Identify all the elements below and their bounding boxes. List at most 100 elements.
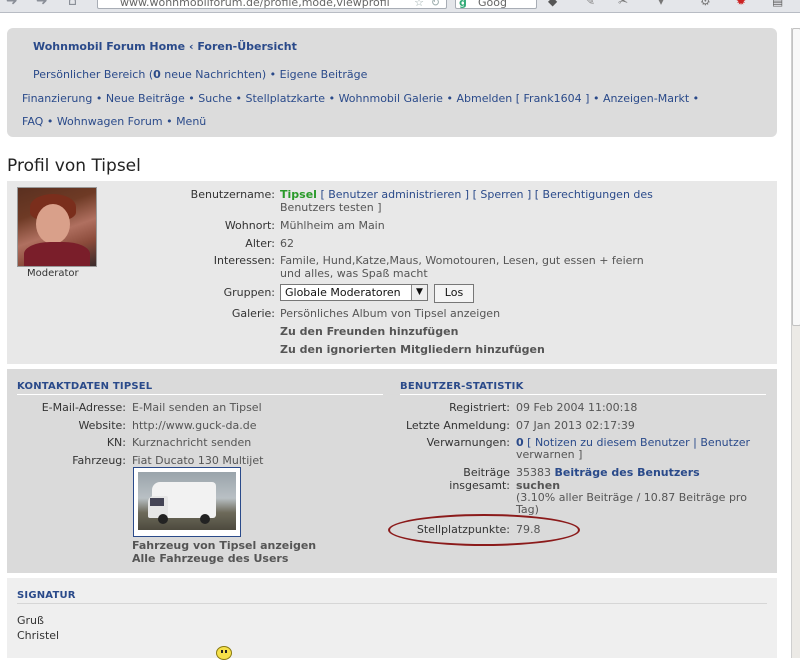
vehicle-photo: [138, 472, 236, 530]
address-bar[interactable]: www.wohnmobilforum.de/profile,mode,viewp…: [97, 0, 447, 9]
link-separator: •: [95, 92, 103, 105]
back-arrow-icon[interactable]: ➜: [6, 0, 18, 9]
posts-label-continued: insgesamt:: [449, 479, 510, 492]
link-separator: •: [46, 115, 54, 128]
posts-ratio-continued: Tag): [516, 503, 539, 516]
age-value: 62: [280, 237, 294, 250]
add-friend-link[interactable]: Zu den Freunden hinzufügen: [280, 325, 458, 338]
own-posts-link[interactable]: Eigene Beiträge: [280, 68, 368, 81]
website-link[interactable]: http://www.guck-da.de: [132, 419, 257, 432]
email-link[interactable]: E-Mail senden an Tipsel: [132, 401, 262, 414]
vehicle-thumbnail[interactable]: [133, 467, 241, 537]
addon-icon[interactable]: ✂: [618, 0, 632, 8]
breadcrumb-separator: ‹: [188, 40, 194, 53]
van-window: [150, 498, 164, 506]
signature-line-1: Gruß: [17, 614, 44, 627]
personal-area-label: Persönlicher Bereich (: [33, 68, 154, 81]
interests-value: Famile, Hund,Katze,Maus, Womotouren, Les…: [280, 254, 644, 267]
link-separator: •: [188, 92, 195, 105]
nav-link-financing[interactable]: Finanzierung: [22, 92, 92, 105]
gallery-label: Galerie:: [231, 307, 275, 320]
link-separator: •: [592, 92, 600, 105]
browser-toolbar: ➜ ➜ ⌂ www.wohnmobilforum.de/profile,mode…: [0, 0, 800, 13]
tools-icon[interactable]: ⚙: [700, 0, 714, 8]
link-separator: •: [692, 92, 700, 105]
scrollbar-thumb[interactable]: [792, 28, 800, 326]
link-separator: •: [166, 115, 173, 128]
search-box[interactable]: g Goog: [455, 0, 537, 9]
bookmark-star-icon[interactable]: ☆: [414, 0, 424, 10]
url-text: www.wohnmobilforum.de/profile,mode,viewp…: [120, 0, 390, 9]
extension-icon[interactable]: ✎: [585, 0, 599, 8]
search-text: Goog: [478, 0, 507, 9]
contact-divider: [17, 394, 383, 395]
nav-links-row-1: Finanzierung • Neue Beiträge • Suche • S…: [22, 92, 699, 105]
vehicle-label: Fahrzeug:: [72, 454, 126, 467]
add-ignored-link[interactable]: Zu den ignorierten Mitgliedern hinzufüge…: [280, 343, 545, 356]
breadcrumb: Wohnmobil Forum Home ‹ Foren-Übersicht: [33, 40, 297, 53]
nav-link-menu[interactable]: Menü: [176, 115, 206, 128]
username-row: Tipsel [ Benutzer administrieren ] [ Spe…: [280, 188, 653, 201]
personal-area-link[interactable]: Persönlicher Bereich (0 neue Nachrichten…: [33, 68, 266, 81]
nav-links-row-2: FAQ • Wohnwagen Forum • Menü: [22, 115, 206, 128]
new-messages-count: 0: [153, 68, 161, 81]
page-title: Profil von Tipsel: [7, 156, 141, 176]
gallery-link[interactable]: Persönliches Album von Tipsel anzeigen: [280, 307, 500, 320]
stats-divider: [400, 394, 766, 395]
signature-line-2: Christel: [17, 629, 60, 642]
nav-link-faq[interactable]: FAQ: [22, 115, 43, 128]
home-link[interactable]: Wohnmobil Forum Home: [33, 40, 185, 53]
nav-link-new-posts[interactable]: Neue Beiträge: [106, 92, 185, 105]
link-separator: •: [446, 92, 453, 105]
link-separator: •: [328, 92, 336, 105]
download-icon[interactable]: ◆: [548, 0, 562, 8]
signature-heading: SIGNATUR: [17, 590, 76, 601]
location-value: Mühlheim am Main: [280, 219, 385, 232]
vehicle-link[interactable]: Fiat Ducato 130 Multijet: [132, 454, 263, 467]
nav-link-pitch-map[interactable]: Stellplatzkarte: [246, 92, 326, 105]
nav-link-classifieds[interactable]: Anzeigen-Markt: [603, 92, 689, 105]
pm-link[interactable]: Kurznachricht senden: [132, 436, 251, 449]
home-icon[interactable]: ⌂: [68, 0, 77, 9]
posts-row: 35383 Beiträge des Benutzers: [516, 466, 700, 479]
google-icon: g: [459, 0, 467, 9]
warnings-label: Verwarnungen:: [426, 436, 510, 449]
last-login-label: Letzte Anmeldung:: [405, 419, 510, 432]
profile-panel: Moderator Benutzername: Tipsel [ Benutze…: [7, 181, 777, 364]
link-separator: •: [269, 68, 277, 81]
nav-link-search[interactable]: Suche: [198, 92, 232, 105]
stats-heading: BENUTZER-STATISTIK: [400, 381, 524, 392]
nav-link-gallery[interactable]: Wohnmobil Galerie: [339, 92, 443, 105]
go-button[interactable]: Los: [434, 284, 474, 303]
alert-icon[interactable]: ✹: [736, 0, 750, 8]
admin-links-continued[interactable]: Benutzers testen ]: [280, 201, 382, 214]
posts-search-link[interactable]: Beiträge des Benutzers: [555, 466, 700, 479]
vehicles-all-link[interactable]: Alle Fahrzeuge des Users: [132, 552, 288, 565]
wrench-icon[interactable]: ▤: [772, 0, 786, 8]
new-messages-suffix: neue Nachrichten): [160, 68, 267, 81]
vehicle-show-link[interactable]: Fahrzeug von Tipsel anzeigen: [132, 539, 316, 552]
warnings-links-continued[interactable]: verwarnen ]: [516, 448, 582, 461]
admin-links[interactable]: [ Benutzer administrieren ] [ Sperren ] …: [320, 188, 652, 201]
nav-link-logout[interactable]: Abmelden [ Frank1604 ]: [456, 92, 589, 105]
nav-link-caravan-forum[interactable]: Wohnwagen Forum: [57, 115, 163, 128]
last-login-value: 07 Jan 2013 02:17:39: [516, 419, 635, 432]
contact-heading: KONTAKTDATEN TIPSEL: [17, 381, 153, 392]
interests-value-continued: und alles, was Spaß macht: [280, 267, 428, 280]
forum-overview-link[interactable]: Foren-Übersicht: [197, 40, 297, 53]
forward-arrow-icon[interactable]: ➜: [36, 0, 48, 9]
location-label: Wohnort:: [224, 219, 275, 232]
menu-icon[interactable]: ▾: [658, 0, 672, 8]
posts-label: Beiträge: [463, 466, 510, 479]
age-label: Alter:: [245, 237, 275, 250]
user-links-row: Persönlicher Bereich (0 neue Nachrichten…: [33, 68, 367, 81]
chevron-down-icon[interactable]: ▼: [411, 285, 427, 300]
forum-nav-panel: Wohnmobil Forum Home ‹ Foren-Übersicht P…: [7, 28, 777, 137]
posts-count: 35383: [516, 466, 551, 479]
groups-dropdown[interactable]: Globale Moderatoren ▼: [280, 284, 428, 301]
username[interactable]: Tipsel: [280, 188, 317, 201]
reload-icon[interactable]: ↻: [431, 0, 440, 10]
highlight-ellipse: [388, 514, 580, 546]
van-wheel: [200, 514, 210, 524]
website-label: Website:: [78, 419, 126, 432]
